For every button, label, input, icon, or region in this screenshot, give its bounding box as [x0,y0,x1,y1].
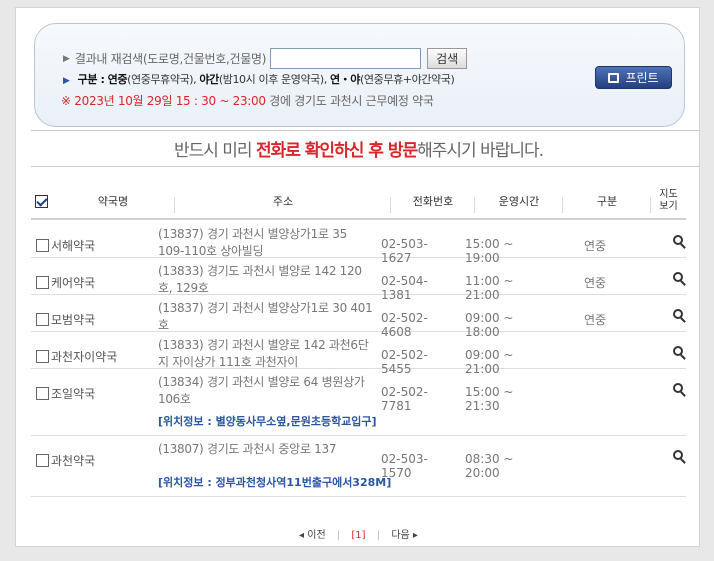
pager-separator: | [376,530,381,541]
pager-separator: | [336,530,341,541]
pharmacy-address: (13837) 경기 과천시 별양상가1로 35 109-110호 상아빌딩 [158,227,347,258]
row-checkbox[interactable] [36,350,49,363]
magnifier-icon [673,309,683,319]
map-view-button[interactable] [673,308,683,322]
printer-icon [608,72,620,83]
legend-prefix: 구분 : [77,73,105,86]
row-checkbox[interactable] [36,276,49,289]
select-all-cell [31,194,51,208]
header-map-line1: 지도 [659,189,678,200]
pharmacy-phone: 02-502-7781 [381,385,428,413]
notice-text-1: 반드시 미리 [173,141,256,161]
pharmacy-address: (13833) 경기도 과천시 별양로 142 120호, 129호 [158,264,362,295]
legend-item1-desc: (연중무휴약국), [127,73,197,86]
notice-highlight: 전화로 확인하신 후 방문 [255,141,418,161]
search-button[interactable]: 검색 [427,48,468,69]
pharmacy-phone: 02-503-1570 [381,452,428,480]
table-row: 과천약국 (13807) 경기도 과천시 중앙로 137 02-503-1570 08… [31,436,686,497]
table-row: 서해약국 (13837) 경기 과천시 별양상가1로 35 109-110호 상아… [31,221,686,265]
next-page-link[interactable]: 다음 ▸ [391,530,418,541]
pharmacy-address: (13837) 경기 과천시 별양상가1로 30 401호 [158,301,373,332]
re-search-row: ▶ 결과내 재검색(도로명,건물번호,건물명) 검색 [63,48,468,69]
divider [31,130,700,131]
row-checkbox[interactable] [36,387,49,400]
map-view-button[interactable] [673,449,683,463]
re-search-label: 결과내 재검색(도로명,건물번호,건물명) [74,52,267,66]
pharmacy-hours: 08:30 ~ 20:00 [465,452,514,480]
schedule-info: ※ 2023년 10월 29일 15 : 30 ~ 23:00 경에 경기도 과… [61,92,434,109]
row-checkbox[interactable] [36,454,49,467]
pharmacy-name-cell: 조일약국 [36,385,95,402]
pharmacy-address: (13833) 경기 과천시 별양로 142 과천6단지 자이상가 111호 과… [158,338,369,369]
page-frame: ▶ 결과내 재검색(도로명,건물번호,건물명) 검색 ▶ 구분 : 연중(연중무… [15,7,700,547]
location-info: [위치정보 : 정부과천청사역11번출구에서328M] [158,476,392,489]
table-row: 조일약국 (13834) 경기 과천시 별양로 64 병원상가 106호 02-50… [31,369,686,436]
pharmacy-name[interactable]: 조일약국 [51,385,95,402]
pharmacy-name-cell: 모범약국 [36,311,95,328]
pharmacy-name[interactable]: 서해약국 [51,237,95,254]
map-view-button[interactable] [673,382,683,396]
header-type: 구분 [563,193,651,213]
pharmacy-name-cell: 케어약국 [36,274,95,291]
pagination: ◂ 이전 | [1] | 다음 ▸ [16,526,701,541]
header-map: 지도 보기 [651,189,686,213]
pharmacy-name[interactable]: 모범약국 [51,311,95,328]
magnifier-icon [673,346,683,356]
pharmacy-name[interactable]: 과천자이약국 [51,348,117,365]
legend-item3-bold: 연・야 [329,73,361,86]
location-info: [위치정보 : 별양동사무소옆,문원초등학교입구] [158,415,377,428]
map-view-button[interactable] [673,234,683,248]
magnifier-icon [673,235,683,245]
triangle-bullet-icon: ▶ [63,76,70,86]
pharmacy-type: 연중 [584,313,607,327]
table-row: 과천자이약국 (13833) 경기 과천시 별양로 142 과천6단지 자이상가 … [31,332,686,376]
schedule-date: ※ 2023년 10월 29일 15 : 30 ~ 23:00 [61,94,266,108]
pharmacy-address: (13834) 경기 과천시 별양로 64 병원상가 106호 [158,375,365,406]
pharmacy-address: (13807) 경기도 과천시 중앙로 137 [158,442,337,456]
print-label: 프린트 [625,71,659,85]
magnifier-icon [673,450,683,460]
search-panel: ▶ 결과내 재검색(도로명,건물번호,건물명) 검색 ▶ 구분 : 연중(연중무… [34,23,685,127]
pharmacy-name[interactable]: 과천약국 [51,452,95,469]
pharmacy-name[interactable]: 케어약국 [51,274,95,291]
header-address: 주소 [175,193,391,213]
legend-item3-desc: (연중무휴+야간약국) [360,73,455,86]
header-phone: 전화번호 [391,193,475,213]
header-hours: 운영시간 [475,193,563,213]
pharmacy-name-cell: 과천약국 [36,452,95,469]
select-all-checkbox[interactable] [34,194,48,208]
pharmacy-type: 연중 [584,276,607,290]
table-row: 모범약국 (13837) 경기 과천시 별양상가1로 30 401호 02-502-… [31,295,686,339]
legend-item1-bold: 연중 [107,73,128,86]
call-ahead-notice: 반드시 미리 전화로 확인하신 후 방문해주시기 바랍니다. [31,136,686,161]
pharmacy-type: 연중 [584,239,607,253]
notice-text-2: 해주시기 바랍니다. [417,141,544,161]
table-header: 약국명 주소 전화번호 운영시간 구분 지도 보기 [31,184,686,220]
type-legend: ▶ 구분 : 연중(연중무휴약국), 야간(밤10시 이후 운영약국), 연・야… [63,71,455,87]
map-view-button[interactable] [673,271,683,285]
row-checkbox[interactable] [36,239,49,252]
triangle-bullet-icon: ▶ [63,53,70,64]
prev-page-link[interactable]: ◂ 이전 [299,530,326,541]
schedule-region: 경에 경기도 과천시 근무예정 약국 [265,94,434,108]
legend-item2-desc: (밤10시 이후 운영약국), [218,73,327,86]
re-search-input[interactable] [270,48,422,69]
print-button[interactable]: 프린트 [595,66,672,89]
pharmacy-name-cell: 과천자이약국 [36,348,117,365]
pharmacy-hours: 15:00 ~ 21:30 [465,385,514,413]
pharmacy-name-cell: 서해약국 [36,237,95,254]
divider [31,166,700,167]
map-view-button[interactable] [673,345,683,359]
header-name: 약국명 [51,193,175,213]
row-checkbox[interactable] [36,313,49,326]
table-row: 케어약국 (13833) 경기도 과천시 별양로 142 120호, 129호 02… [31,258,686,302]
magnifier-icon [673,272,683,282]
legend-item2-bold: 야간 [199,73,219,86]
header-map-line2: 보기 [659,201,678,212]
magnifier-icon [673,383,683,393]
current-page[interactable]: [1] [351,530,365,541]
